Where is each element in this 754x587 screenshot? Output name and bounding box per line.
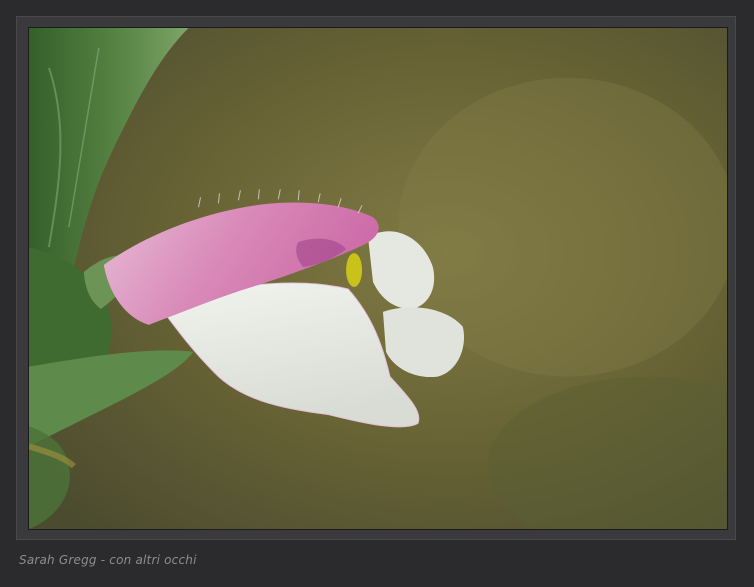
photo-caption: Sarah Gregg - con altri occhi bbox=[19, 553, 197, 567]
flower-photo bbox=[28, 27, 728, 530]
photo-frame bbox=[16, 16, 736, 540]
yellow-stamen bbox=[346, 253, 363, 287]
flower-illustration bbox=[29, 28, 727, 529]
